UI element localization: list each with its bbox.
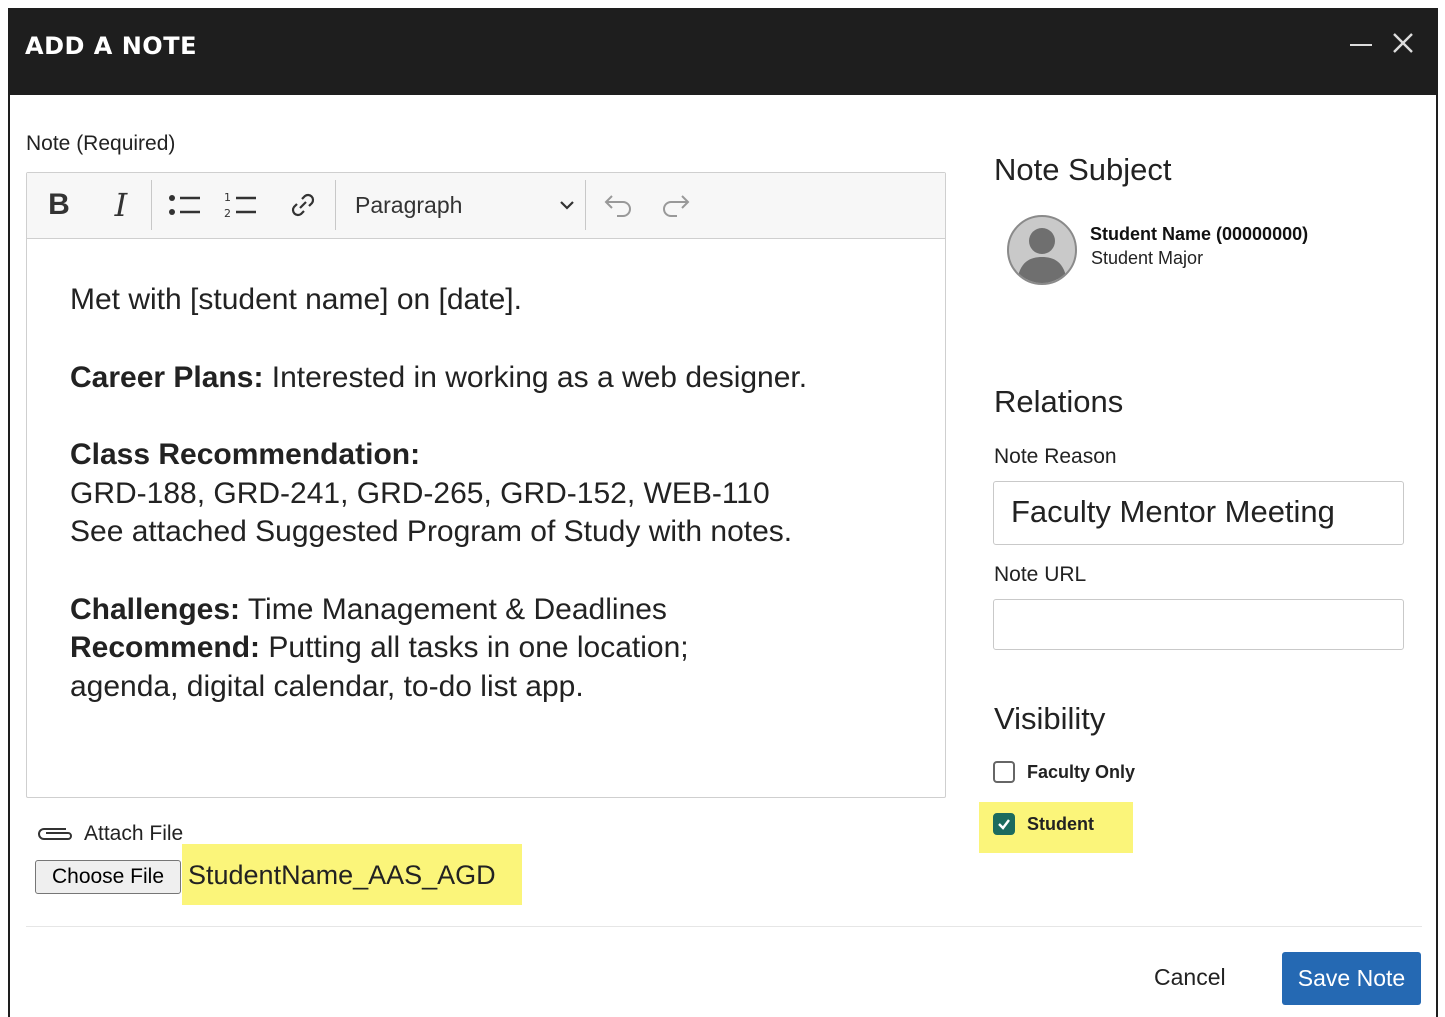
editor-toolbar: B I 12 Paragraph	[27, 173, 945, 239]
student-major: Student Major	[1091, 248, 1204, 268]
note-line: Met with [student name] on [date].	[70, 283, 522, 316]
close-icon[interactable]	[1386, 26, 1420, 60]
toolbar-divider	[585, 180, 586, 230]
note-line: See attached Suggested Program of Study …	[70, 515, 793, 548]
paperclip-icon	[38, 828, 72, 840]
note-url-input[interactable]	[993, 599, 1404, 650]
attach-file-text: Attach File	[84, 822, 184, 845]
minimize-icon[interactable]	[1350, 44, 1372, 46]
note-reason-label: Note Reason	[994, 445, 1117, 468]
footer-divider	[26, 926, 1422, 927]
block-format-select[interactable]: Paragraph	[339, 183, 577, 227]
note-reason-value: Faculty Mentor Meeting	[1011, 494, 1335, 529]
note-line: GRD-188, GRD-241, GRD-265, GRD-152, WEB-…	[70, 476, 770, 510]
recommend-label: Recommend:	[70, 631, 261, 664]
note-editor: B I 12 Paragraph Met with [student name]…	[26, 172, 946, 798]
toolbar-divider	[151, 180, 152, 230]
faculty-only-checkbox[interactable]: Faculty Only	[993, 761, 1135, 783]
career-text: Interested in working as a web designer.	[263, 360, 808, 394]
relations-heading: Relations	[994, 384, 1124, 419]
toolbar-divider	[335, 180, 336, 230]
italic-button[interactable]: I	[101, 183, 141, 227]
note-subject-heading: Note Subject	[994, 152, 1172, 187]
link-icon[interactable]	[283, 183, 323, 227]
dialog-title: ADD A NOTE	[25, 32, 197, 60]
note-line: Career Plans: Interested in working as a…	[70, 359, 807, 398]
choose-file-button[interactable]: Choose File	[35, 860, 181, 894]
block-format-value: Paragraph	[355, 191, 463, 218]
student-name: Student Name (00000000)	[1090, 224, 1309, 244]
add-note-dialog: ADD A NOTE Note (Required) B I 12 Paragr…	[8, 8, 1438, 1017]
bulleted-list-icon[interactable]	[165, 183, 205, 227]
selected-file-name: StudentName_AAS_AGD	[188, 860, 496, 890]
faculty-only-label: Faculty Only	[1027, 761, 1136, 782]
svg-text:1: 1	[224, 191, 231, 204]
career-label: Career Plans:	[70, 360, 264, 394]
svg-text:2: 2	[224, 207, 231, 220]
redo-icon[interactable]	[655, 183, 695, 227]
challenges-text: Time Management & Deadlines	[240, 592, 667, 626]
student-checkbox[interactable]: Student	[993, 813, 1094, 835]
note-line: Challenges: Time Management & Deadlines	[70, 591, 807, 630]
student-label: Student	[1027, 813, 1094, 834]
class-label: Class Recommendation:	[70, 438, 421, 471]
undo-icon[interactable]	[599, 183, 639, 227]
checkbox-unchecked-icon	[993, 761, 1015, 783]
note-line: Recommend: Putting all tasks in one loca…	[70, 629, 807, 668]
note-line: agenda, digital calendar, to-do list app…	[70, 669, 584, 703]
visibility-heading: Visibility	[994, 701, 1106, 736]
avatar	[1007, 215, 1077, 285]
note-line: Class Recommendation:	[70, 436, 807, 475]
dialog-titlebar: ADD A NOTE	[10, 8, 1436, 95]
checkbox-checked-icon	[993, 813, 1015, 835]
note-label: Note (Required)	[26, 132, 176, 155]
recommend-text: Putting all tasks in one location;	[260, 631, 689, 664]
note-url-label: Note URL	[994, 563, 1087, 586]
chevron-down-icon	[560, 201, 574, 210]
attach-file-label: Attach File	[36, 822, 183, 846]
note-content[interactable]: Met with [student name] on [date]. Caree…	[70, 281, 807, 706]
save-note-button[interactable]: Save Note	[1282, 952, 1421, 1005]
challenges-label: Challenges:	[70, 592, 241, 626]
cancel-button[interactable]: Cancel	[1154, 964, 1226, 991]
bold-button[interactable]: B	[39, 183, 79, 227]
numbered-list-icon[interactable]: 12	[221, 183, 261, 227]
note-reason-field[interactable]: Faculty Mentor Meeting	[993, 481, 1404, 545]
